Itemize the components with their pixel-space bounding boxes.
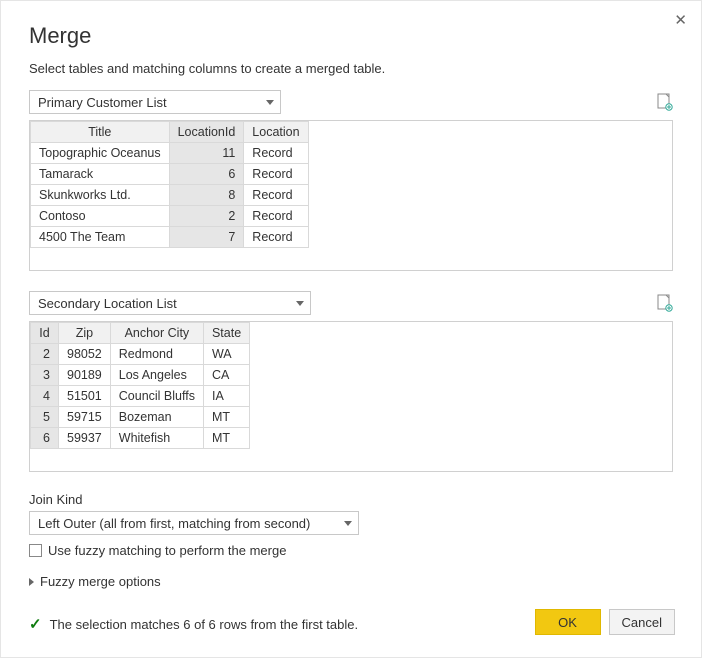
dialog-title: Merge <box>29 23 673 49</box>
match-status-text: The selection matches 6 of 6 rows from t… <box>50 617 359 632</box>
table-row: 559715BozemanMT <box>31 407 250 428</box>
fuzzy-options-expander[interactable]: Fuzzy merge options <box>29 574 673 589</box>
table-row: Skunkworks Ltd.8Record <box>31 185 309 206</box>
fuzzy-options-label: Fuzzy merge options <box>40 574 161 589</box>
add-table-icon[interactable] <box>657 294 673 312</box>
table-row: Topographic Oceanus11Record <box>31 143 309 164</box>
col-id[interactable]: Id <box>31 323 59 344</box>
col-anchor-city[interactable]: Anchor City <box>110 323 203 344</box>
ok-button[interactable]: OK <box>535 609 601 635</box>
cancel-button[interactable]: Cancel <box>609 609 675 635</box>
first-table-preview: Title LocationId Location Topographic Oc… <box>29 120 673 271</box>
col-zip[interactable]: Zip <box>59 323 111 344</box>
first-table-value: Primary Customer List <box>38 95 167 110</box>
close-icon[interactable]: ✕ <box>674 11 687 29</box>
table-row: 659937WhitefishMT <box>31 428 250 449</box>
table-row: Tamarack6Record <box>31 164 309 185</box>
table-row: 298052RedmondWA <box>31 344 250 365</box>
add-table-icon[interactable] <box>657 93 673 111</box>
table-row: 451501Council BluffsIA <box>31 386 250 407</box>
chevron-down-icon <box>344 521 352 526</box>
dialog-subtitle: Select tables and matching columns to cr… <box>29 61 673 76</box>
join-kind-label: Join Kind <box>29 492 673 507</box>
second-table-select[interactable]: Secondary Location List <box>29 291 311 315</box>
second-table-value: Secondary Location List <box>38 296 177 311</box>
col-title[interactable]: Title <box>31 122 170 143</box>
chevron-down-icon <box>296 301 304 306</box>
merge-dialog: Merge Select tables and matching columns… <box>1 1 701 653</box>
col-location[interactable]: Location <box>244 122 308 143</box>
table-row: 4500 The Team7Record <box>31 227 309 248</box>
join-kind-select[interactable]: Left Outer (all from first, matching fro… <box>29 511 359 535</box>
col-locationid[interactable]: LocationId <box>169 122 244 143</box>
checkmark-icon: ✓ <box>29 615 42 633</box>
chevron-right-icon <box>29 578 34 586</box>
join-kind-value: Left Outer (all from first, matching fro… <box>38 516 310 531</box>
col-state[interactable]: State <box>203 323 249 344</box>
first-table-select[interactable]: Primary Customer List <box>29 90 281 114</box>
table-row: 390189Los AngelesCA <box>31 365 250 386</box>
table-row: Contoso2Record <box>31 206 309 227</box>
chevron-down-icon <box>266 100 274 105</box>
second-table-preview: Id Zip Anchor City State 298052RedmondWA… <box>29 321 673 472</box>
fuzzy-matching-checkbox[interactable] <box>29 544 42 557</box>
fuzzy-matching-label: Use fuzzy matching to perform the merge <box>48 543 286 558</box>
